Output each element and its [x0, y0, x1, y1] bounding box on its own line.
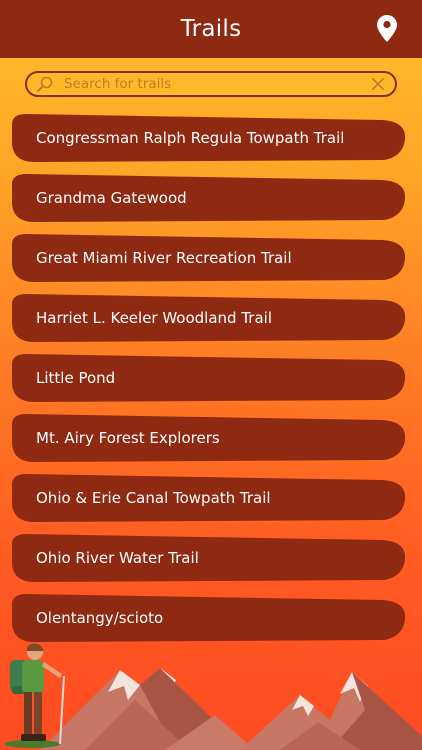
trail-name: Congressman Ralph Regula Towpath Trail	[36, 129, 345, 147]
trail-item[interactable]: Ohio & Erie Canal Towpath Trail	[12, 474, 406, 522]
close-icon[interactable]	[370, 76, 386, 92]
trail-name: Ohio River Water Trail	[36, 549, 199, 567]
trail-item[interactable]: Mt. Airy Forest Explorers	[12, 414, 406, 462]
trail-item[interactable]: Great Miami River Recreation Trail	[12, 234, 406, 282]
page-title: Trails	[180, 16, 242, 42]
trail-name: Grandma Gatewood	[36, 189, 187, 207]
trail-item[interactable]: Congressman Ralph Regula Towpath Trail	[12, 114, 406, 162]
trail-name: Harriet L. Keeler Woodland Trail	[36, 309, 272, 327]
trail-item[interactable]: Harriet L. Keeler Woodland Trail	[12, 294, 406, 342]
trail-item[interactable]: Little Pond	[12, 354, 406, 402]
trail-item[interactable]: Olentangy/scioto	[12, 594, 406, 642]
trail-name: Ohio & Erie Canal Towpath Trail	[36, 489, 271, 507]
trail-name: Mt. Airy Forest Explorers	[36, 429, 220, 447]
search-icon	[36, 75, 54, 93]
trail-name: Olentangy/scioto	[36, 609, 164, 627]
map-pin-icon[interactable]	[376, 14, 398, 42]
hiker-illustration	[4, 643, 65, 748]
trail-list: Congressman Ralph Regula Towpath Trail G…	[0, 0, 422, 750]
trail-item[interactable]: Ohio River Water Trail	[12, 534, 406, 582]
trail-name: Little Pond	[36, 369, 116, 387]
search-bar	[25, 71, 397, 97]
search-input[interactable]	[54, 73, 370, 95]
nav-bar: Trails	[0, 0, 422, 58]
trail-name: Great Miami River Recreation Trail	[36, 249, 292, 267]
trail-item[interactable]: Grandma Gatewood	[12, 174, 406, 222]
